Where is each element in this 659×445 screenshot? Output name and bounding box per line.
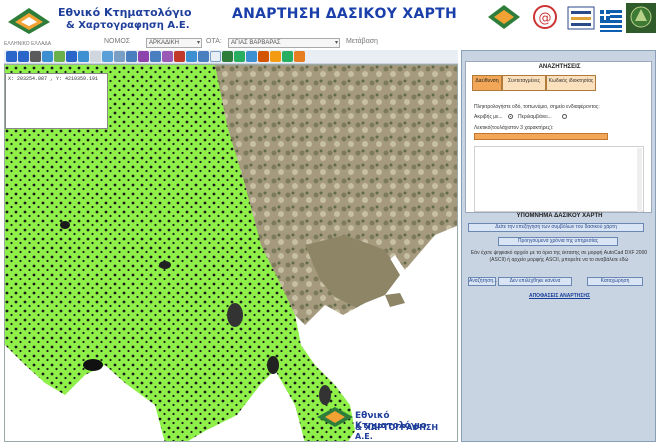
tree-icon[interactable]	[258, 51, 269, 62]
map-layer-icon[interactable]	[234, 51, 245, 62]
legend-title: ΥΠΟΜΝΗΜΑ ΔΑΣΙΚΟΥ ΧΑΡΤΗ	[516, 213, 603, 219]
legend-button[interactable]: Δείτε την επεξήγηση των συμβόλων του δασ…	[468, 223, 644, 232]
ota-select[interactable]: ΑΓΙΑΣ ΒΑΡΒΑΡΑΣ ▾	[228, 38, 340, 48]
brand-name: Εθνικό Κτηματολόγιο	[58, 6, 192, 19]
export-icon[interactable]	[222, 51, 233, 62]
search-results-list[interactable]	[474, 146, 644, 212]
tab-property-code[interactable]: Κωδικός ιδιοκτησίας	[546, 75, 596, 91]
search-section: ΑΝΑΖΗΤΗΣΕΙΣ Διεύθυνση Συντεταγμένες Κωδι…	[465, 61, 652, 213]
clear-icon[interactable]	[162, 51, 173, 62]
location-filter-bar: ΕΛΛΗΝΙΚΟ ΕΛΛΑΔΑ ΝΟΜΟΣ ΑΡΚΑΔΙΚΗ ▾ ΟΤΑ: ΑΓΙ…	[0, 38, 420, 50]
region-label: ΕΛΛΗΝΙΚΟ ΕΛΛΑΔΑ	[4, 41, 52, 47]
globe-icon[interactable]	[126, 51, 137, 62]
pan-icon[interactable]	[30, 51, 41, 62]
forestry-logo-icon	[626, 3, 656, 33]
coordinates-readout: X: 203254.087 , Y: 4210359.191	[5, 73, 108, 129]
info-icon[interactable]	[246, 51, 257, 62]
dxf-upload-note: Εάν έχετε ψηφιακό αρχείο με τα όρια της …	[470, 250, 648, 263]
tab-address[interactable]: Διεύθυνση	[472, 75, 502, 91]
search-input-label: Λεκτικό(τουλάχιστον 3 χαρακτήρες):	[474, 125, 554, 131]
select-icon[interactable]	[54, 51, 65, 62]
pin-icon[interactable]	[270, 51, 281, 62]
header: Εθνικό Κτηματολόγιο & Χαρτογραφηση Α.Ε. …	[0, 0, 659, 40]
ktimatologio-logo-icon	[8, 8, 50, 34]
search-description: Πληκτρολογήστε οδό, τοπωνύμιο, σημείο εν…	[474, 104, 600, 110]
table-icon[interactable]	[210, 51, 221, 62]
side-panel: ΑΝΑΖΗΤΗΣΕΙΣ Διεύθυνση Συντεταγμένες Κωδι…	[461, 50, 656, 442]
search-input[interactable]	[474, 133, 608, 140]
zoom-out-icon[interactable]	[18, 51, 29, 62]
zoom-in-icon[interactable]	[6, 51, 17, 62]
refresh-icon[interactable]	[186, 51, 197, 62]
brand-subtitle: & Χαρτογραφηση Α.Ε.	[66, 20, 190, 31]
radio-contains[interactable]	[562, 114, 567, 119]
bookmark-icon[interactable]	[282, 51, 293, 62]
print-icon[interactable]	[198, 51, 209, 62]
polygon-icon[interactable]	[150, 51, 161, 62]
search-section-title: ΑΝΑΖΗΤΗΣΕΙΣ	[538, 64, 581, 70]
match-mode-options: Ακριβής με... Περιλαμβάνει...	[474, 114, 650, 122]
go-button[interactable]: Μετάβαση	[346, 38, 378, 45]
delete-icon[interactable]	[174, 51, 185, 62]
previous-years-button[interactable]: Προηγούμενα χρόνια της υπηρεσίας	[498, 237, 618, 246]
radio-contains-label: Περιλαμβάνει...	[518, 114, 552, 120]
browse-file-button[interactable]: Αναζήτηση...	[468, 277, 497, 286]
search-tabs: Διεύθυνση Συντεταγμένες Κωδικός ιδιοκτησ…	[472, 75, 638, 91]
decisions-link[interactable]: ΑΠΟΦΑΣΕΙΣ ΑΝΑΡΤΗΣΗΣ	[462, 293, 657, 299]
measure-line-icon[interactable]	[90, 51, 101, 62]
measure-area-icon[interactable]	[102, 51, 113, 62]
radio-exact-label: Ακριβής με...	[474, 114, 503, 120]
map-canvas[interactable]: X: 203254.087 , Y: 4210359.191 Εθνικό Κτ…	[4, 64, 458, 442]
map-brand-subtitle: & ΧΑΡΤΟΓΡΑΦΗΣΗ Α.Ε.	[355, 423, 439, 441]
results-scrollbar[interactable]	[637, 148, 642, 212]
ministry-logo-icon	[567, 6, 595, 30]
draw-icon[interactable]	[138, 51, 149, 62]
nomos-label: ΝΟΜΟΣ	[104, 38, 131, 45]
radio-exact[interactable]	[508, 114, 513, 119]
email-logo-icon: @	[533, 5, 557, 29]
nomos-select[interactable]: ΑΡΚΑΔΙΚΗ ▾	[146, 38, 202, 48]
file-status-field[interactable]: Δεν επιλέχθηκε κανένα	[498, 277, 572, 286]
full-extent-icon[interactable]	[42, 51, 53, 62]
ota-label: ΟΤΑ:	[206, 38, 222, 45]
chevron-down-icon: ▾	[334, 40, 338, 46]
greek-flag-icon	[600, 10, 622, 32]
map-toolbar	[4, 50, 458, 64]
app-window: Εθνικό Κτηματολόγιο & Χαρτογραφηση Α.Ε. …	[0, 0, 659, 445]
back-icon[interactable]	[78, 51, 89, 62]
ktimatologio-small-logo-icon	[488, 5, 520, 29]
submit-file-button[interactable]: Καταχώρηση	[587, 277, 643, 286]
tab-coordinates[interactable]: Συντεταγμένες	[502, 75, 546, 91]
page-title: ΑΝΑΡΤΗΣΗ ΔΑΣΙΚΟΥ ΧΑΡΤΗ	[232, 6, 458, 22]
chevron-down-icon: ▾	[196, 40, 200, 46]
layers-icon[interactable]	[114, 51, 125, 62]
help-icon[interactable]	[294, 51, 305, 62]
identify-icon[interactable]	[66, 51, 77, 62]
svg-text:@: @	[539, 11, 552, 26]
